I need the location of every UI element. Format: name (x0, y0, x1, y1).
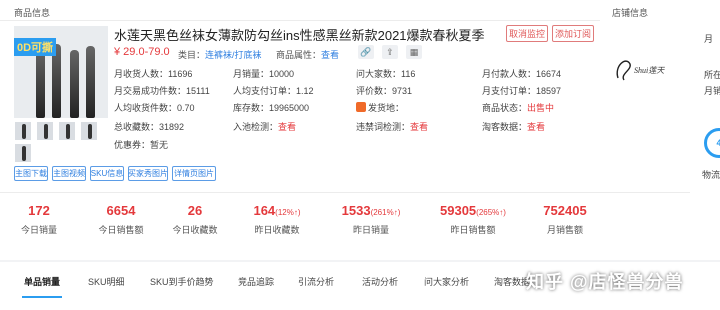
product-main-image[interactable]: 0D可撕 (14, 26, 108, 118)
tab-item-sales[interactable]: 单品销量 (24, 275, 60, 288)
tab-taoke-data[interactable]: 淘客数据 (494, 275, 530, 288)
store-line: 所在 (704, 70, 720, 80)
taoke-link[interactable]: 查看 (527, 122, 545, 132)
tmall-icon (356, 102, 366, 112)
product-detail-page: 商品信息 店铺信息 0D可撕 水莲天黑色丝袜女薄款防勾丝ins性感黑丝新款202… (0, 0, 720, 310)
metric-monthly-sales: 月销量：10000 (233, 69, 295, 79)
store-info-heading: 店铺信息 (612, 8, 649, 18)
thumbnail[interactable] (14, 121, 32, 141)
metric-total-favorites: 总收藏数：31892 (114, 122, 185, 132)
header-divider (0, 20, 600, 21)
download-main-image-button[interactable]: 主图下载 (14, 166, 48, 181)
tab-traffic-analysis[interactable]: 引流分析 (298, 275, 334, 288)
active-tab-indicator (22, 296, 62, 298)
category-row: 类目：连裤袜/打底袜 (178, 48, 262, 61)
metric-monthly-receivers: 月收货人数：11696 (114, 69, 193, 79)
store-line: 月 (704, 34, 714, 44)
metric-questions: 问大家数：116 (356, 69, 416, 79)
metric-pool-check: 入池检测：查看 (233, 122, 297, 132)
stats-divider (0, 192, 690, 193)
link-icon[interactable]: 🔗 (358, 45, 374, 59)
tab-sku-price-trend[interactable]: SKU到手价趋势 (150, 275, 214, 288)
banned-words-link[interactable]: 查看 (410, 122, 428, 132)
category-link[interactable]: 连裤袜/打底袜 (205, 50, 262, 60)
thumbnail[interactable] (58, 121, 76, 141)
leg-graphic (86, 46, 95, 118)
watermark: 知乎 @店怪兽分兽 (526, 272, 684, 292)
thumbnail[interactable] (36, 121, 54, 141)
add-subscription-button[interactable]: 添加订阅 (552, 25, 594, 42)
attributes-row: 商品属性：查看 (276, 48, 339, 61)
coupon-row: 优惠券：暂无 (114, 140, 169, 150)
buyer-show-button[interactable]: 买家秀图片 (128, 166, 168, 181)
store-logo-text: Shui莲天 (634, 66, 665, 75)
main-video-button[interactable]: 主图视频 (52, 166, 86, 181)
qrcode-icon[interactable]: ▦ (406, 45, 422, 59)
share-icon[interactable]: ⇪ (382, 45, 398, 59)
metric-items-per-person: 人均收货件数：0.70 (114, 103, 195, 113)
category-label: 类目： (178, 50, 206, 60)
pool-check-link[interactable]: 查看 (278, 122, 296, 132)
product-price: ¥ 29.0-79.0 (114, 46, 170, 58)
metric-ship-from: 发货地： (356, 101, 404, 114)
thumbnail[interactable] (80, 121, 98, 141)
metric-monthly-orders: 月支付订单：18597 (482, 86, 562, 96)
attributes-label: 商品属性： (276, 50, 322, 60)
product-title[interactable]: 水莲天黑色丝袜女薄款防勾丝ins性感黑丝新款2021爆款春秋夏季 (114, 25, 485, 44)
stat-monthly-revenue: 752405 月销售额 (543, 203, 587, 235)
logistics-label: 物流 (702, 170, 720, 180)
image-badge: 0D可撕 (14, 38, 57, 56)
tab-questions-analysis[interactable]: 问大家分析 (424, 275, 469, 288)
metric-monthly-payers: 月付款人数：16674 (482, 69, 562, 79)
metric-reviews: 评价数：9731 (356, 86, 413, 96)
stat-yesterday-favorites: 164(12%↑) 昨日收藏数 (253, 203, 301, 235)
tab-competitor-tracking[interactable]: 竞品追踪 (238, 275, 274, 288)
attributes-link[interactable]: 查看 (321, 50, 339, 60)
store-logo: Shui莲天 (616, 60, 665, 81)
metric-monthly-success: 月交易成功件数：15111 (114, 86, 210, 96)
leg-graphic (36, 48, 45, 118)
leg-graphic (70, 50, 79, 118)
tab-activity-analysis[interactable]: 活动分析 (362, 275, 398, 288)
metric-orders-per-person: 人均支付订单：1.12 (233, 86, 314, 96)
metric-status: 商品状态：出售中 (482, 103, 555, 113)
product-info-heading: 商品信息 (14, 8, 51, 18)
stat-yesterday-revenue: 59305(265%↑) 昨日销售额 (440, 203, 506, 235)
stat-today-sales: 172 今日销量 (20, 203, 57, 235)
detail-images-button[interactable]: 详情页图片 (172, 166, 216, 181)
cancel-monitor-button[interactable]: 取消监控 (506, 25, 548, 42)
metric-stock: 库存数：19965000 (233, 103, 310, 113)
tab-sku-detail[interactable]: SKU明细 (88, 275, 125, 288)
metric-banned-words: 违禁词检测：查看 (356, 122, 429, 132)
metric-taoke: 淘客数据：查看 (482, 122, 546, 132)
stat-today-favorites: 26 今日收藏数 (172, 203, 218, 235)
store-line: 月销 (704, 86, 720, 96)
thumbnail[interactable] (14, 143, 32, 163)
stat-yesterday-sales: 1533(261%↑) 昨日销量 (341, 203, 401, 235)
sku-info-button[interactable]: SKU信息 (90, 166, 124, 181)
